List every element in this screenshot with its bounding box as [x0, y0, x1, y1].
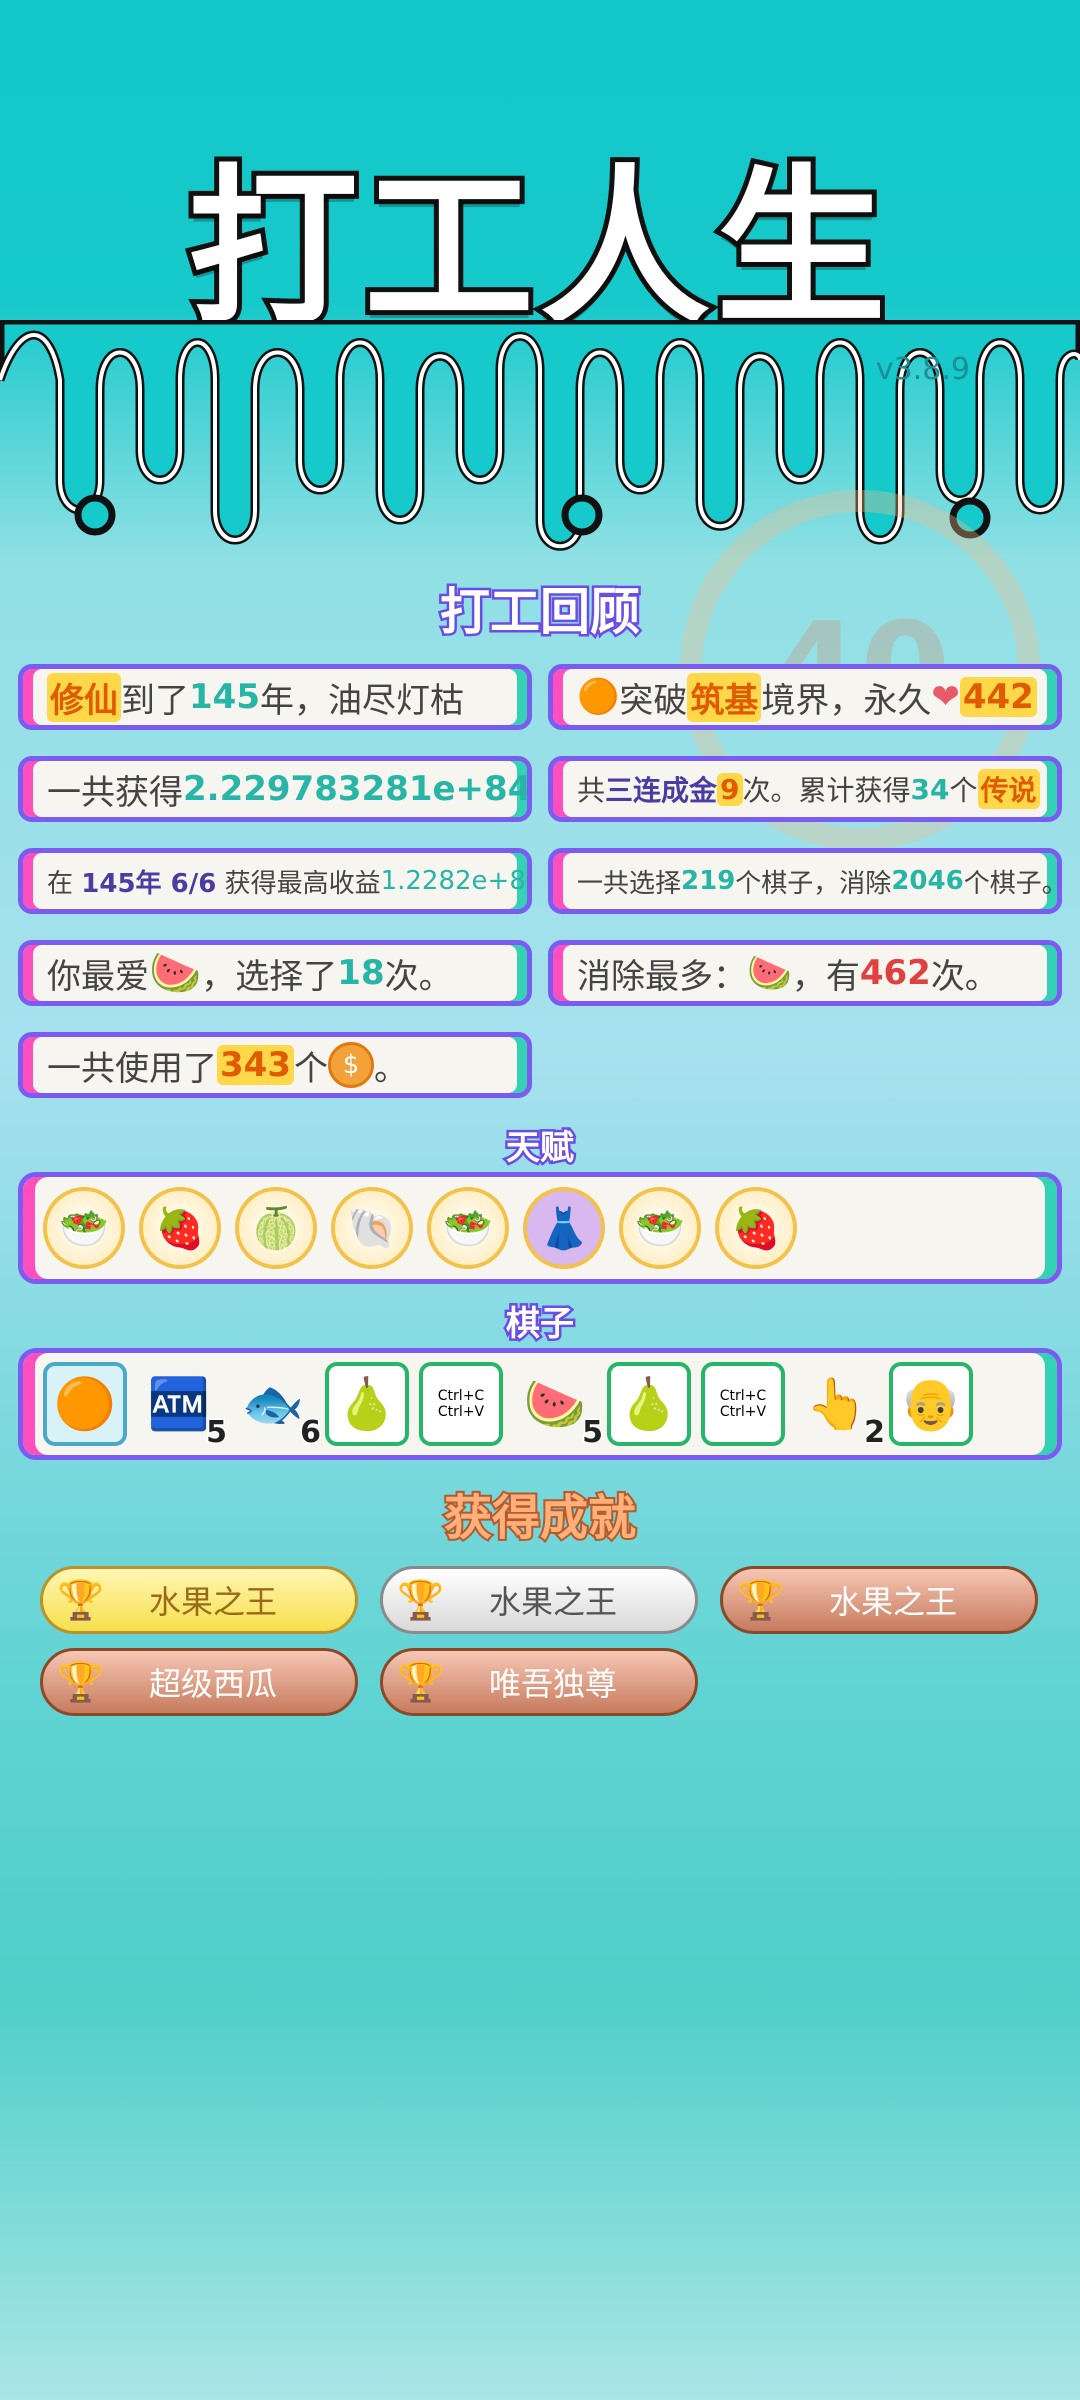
review-card-favorite: 你最爱 🍉 ，选择了 18 次。	[18, 940, 532, 1006]
trophy-icon: 🏆	[57, 1577, 105, 1622]
heart-coin-icon: ❤	[931, 677, 960, 717]
review-card-coins-used: 一共使用了 343 个 $ 。	[18, 1032, 532, 1098]
pear-icon[interactable]: 🍐	[325, 1362, 409, 1446]
review-card-realm: 🟠 突破 筑基 境界，永久 ❤ 442	[548, 664, 1062, 730]
achievement-badge[interactable]: 🏆 水果之王	[380, 1566, 698, 1634]
version-label: v3.8.9	[875, 352, 970, 387]
achievement-badge[interactable]: 🏆 水果之王	[720, 1566, 1038, 1634]
longan-icon[interactable]: 🟠	[43, 1362, 127, 1446]
achievement-badge[interactable]: 🏆 唯吾独尊	[380, 1648, 698, 1716]
achievement-badge[interactable]: 🏆 超级西瓜	[40, 1648, 358, 1716]
pieces-strip: 🟠 🏧 5 🐟 6 🍐 Ctrl+C Ctrl+V 🍉 5 🍐 Ctrl+C Ctrl…	[18, 1348, 1062, 1460]
review-card-total-income: 一共获得 2.229783281e+84 收益	[18, 756, 532, 822]
koi-fish-icon[interactable]: 🐟 6	[231, 1362, 323, 1452]
talents-title: 天赋	[504, 1126, 577, 1171]
achievements-title: 获得成就	[442, 1488, 638, 1548]
shell-icon[interactable]: 🐚	[331, 1187, 413, 1269]
copy-paste-icon[interactable]: Ctrl+C Ctrl+V	[419, 1362, 503, 1446]
copy-paste-icon[interactable]: Ctrl+C Ctrl+V	[701, 1362, 785, 1446]
fruit-basket-icon[interactable]: 🍓	[715, 1187, 797, 1269]
pear-icon[interactable]: 🍐	[607, 1362, 691, 1446]
fruit-bowl-icon[interactable]: 🥗	[619, 1187, 701, 1269]
watermelon-slice-icon: 🍉	[149, 948, 202, 997]
watermelon-icon[interactable]: 🍉 5	[513, 1362, 605, 1452]
longan-icon: 🟠	[577, 677, 620, 717]
trophy-icon: 🏆	[397, 1577, 445, 1622]
review-card-pieces-chosen: 一共选择 219 个棋子，消除 2046 个棋子。	[548, 848, 1062, 914]
talents-strip: 🥗 🍓 🍈 🐚 🥗 👗 🥗 🍓	[18, 1172, 1062, 1284]
review-card-most-removed: 消除最多： 🍉 ，有 462 次。	[548, 940, 1062, 1006]
farmer-icon[interactable]: 👴	[889, 1362, 973, 1446]
coin-icon: $	[327, 1042, 374, 1088]
trophy-icon: 🏆	[397, 1659, 445, 1704]
fruit-basket-icon[interactable]: 🍓	[139, 1187, 221, 1269]
trophy-icon: 🏆	[57, 1659, 105, 1704]
review-card-combo: 共 三连成金 9 次。累计获得 34 个 传说	[548, 756, 1062, 822]
fruit-bowl-icon[interactable]: 🥗	[43, 1187, 125, 1269]
review-title: 打工回顾	[438, 581, 643, 644]
pointing-hand-icon[interactable]: 👆 2	[795, 1362, 887, 1452]
trophy-icon: 🏆	[737, 1577, 785, 1622]
pomelo-icon[interactable]: 🍈	[235, 1187, 317, 1269]
skirt-icon[interactable]: 👗	[523, 1187, 605, 1269]
review-card-cultivation: 修仙 到了 145 年，油尽灯枯	[18, 664, 532, 730]
pieces-title: 棋子	[504, 1302, 577, 1347]
vending-machine-icon[interactable]: 🏧 5	[137, 1362, 229, 1452]
review-card-best-income: 在 145年 6/6 获得最高收益 1.2282e+84	[18, 848, 532, 914]
fruit-bowl-icon[interactable]: 🥗	[427, 1187, 509, 1269]
achievement-badge[interactable]: 🏆 水果之王	[40, 1566, 358, 1634]
watermelon-slice-icon: 🍉	[747, 953, 792, 994]
